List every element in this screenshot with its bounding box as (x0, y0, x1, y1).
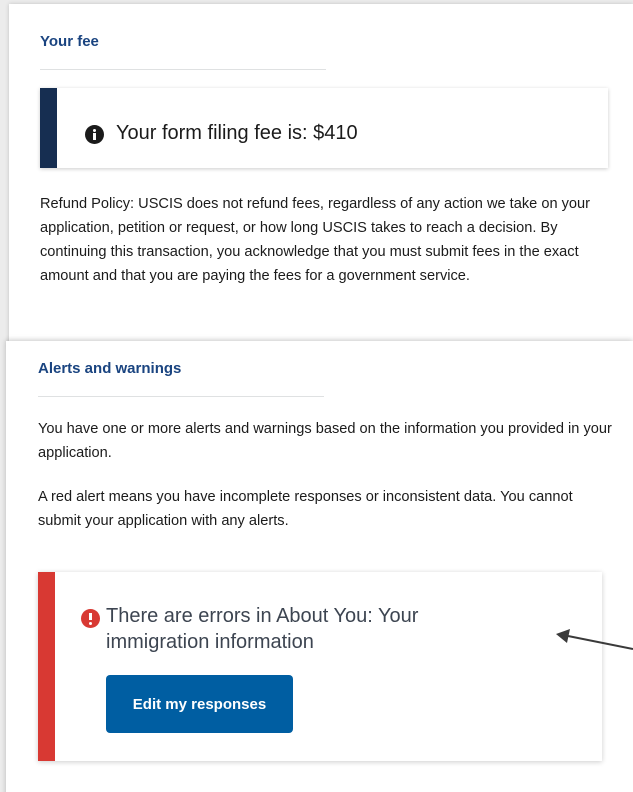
review-page: Your fee Your form filing fee is: $410 R… (0, 0, 633, 792)
fee-title-divider (40, 69, 326, 70)
info-alert-accent-bar (40, 88, 57, 168)
fee-amount-message: Your form filing fee is: $410 (116, 122, 358, 144)
fee-info-alert: Your form filing fee is: $410 (40, 88, 608, 168)
alerts-intro-text: You have one or more alerts and warnings… (38, 421, 612, 461)
error-alert-message: There are errors in About You: Your immi… (106, 605, 419, 653)
error-alert: There are errors in About You: Your immi… (38, 572, 602, 761)
alerts-card: Alerts and warnings You have one or more… (6, 341, 633, 792)
fee-section-title: Your fee (40, 33, 99, 50)
edit-my-responses-button[interactable]: Edit my responses (106, 675, 293, 733)
alerts-explanation-text: A red alert means you have incomplete re… (38, 489, 573, 529)
info-circle-icon (85, 125, 104, 144)
error-alert-accent-bar (38, 572, 55, 761)
fee-card: Your fee Your form filing fee is: $410 R… (9, 4, 633, 348)
alerts-title-divider (38, 396, 324, 397)
refund-policy-text: Refund Policy: USCIS does not refund fee… (40, 196, 591, 284)
exclamation-circle-icon (81, 609, 100, 628)
alerts-section-title: Alerts and warnings (38, 360, 182, 377)
